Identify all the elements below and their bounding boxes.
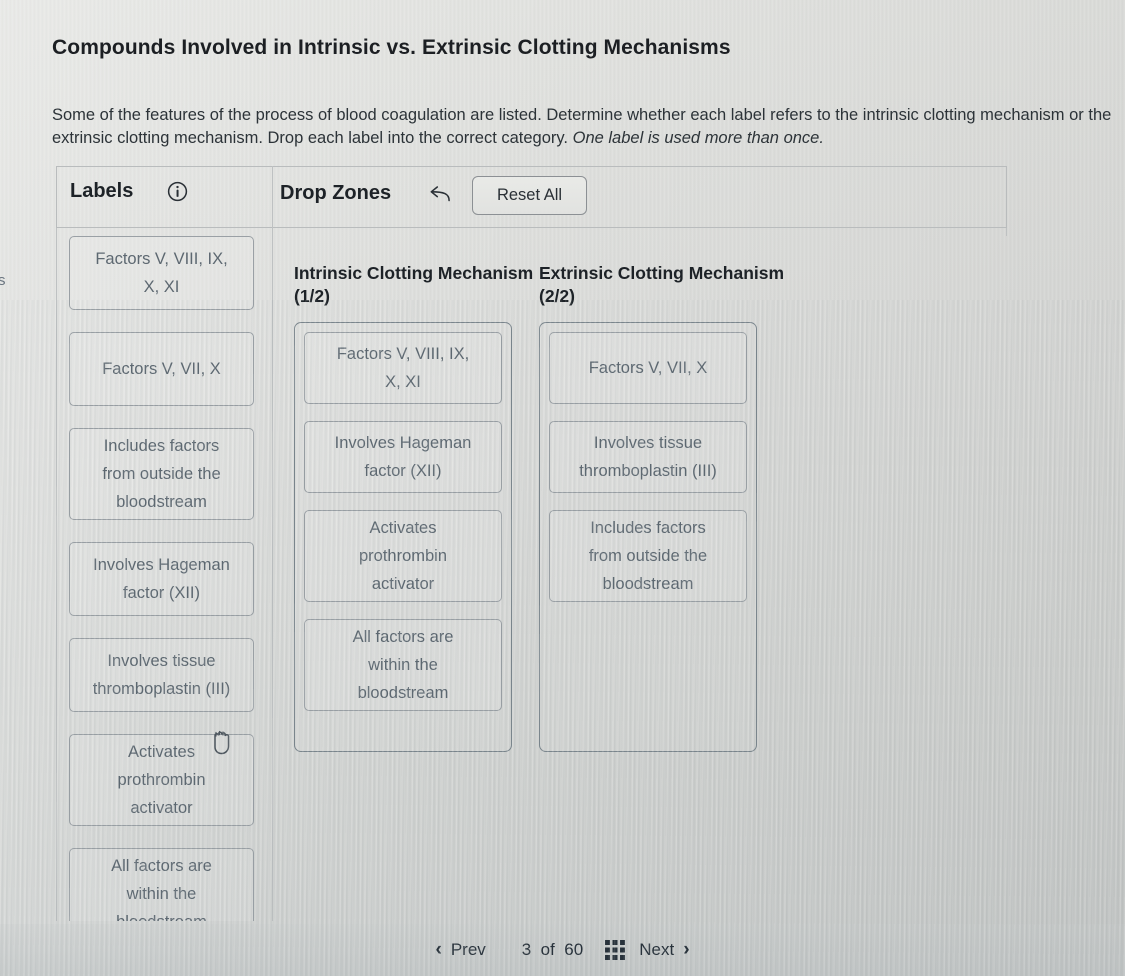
dropped-label-card[interactable]: Factors V, VIII, IX, X, XI (304, 332, 502, 404)
label-card-text: All factors arewithin thebloodstream (111, 857, 212, 921)
label-card-text: Activates prothrombin activator (358, 519, 448, 593)
info-circle-icon[interactable] (167, 181, 188, 202)
left-edge-text-fragment: s (0, 272, 6, 289)
next-button-label: Next (639, 940, 675, 959)
label-card[interactable]: Activates prothrombin activator (69, 734, 254, 826)
label-card-text: Factors V, VII, X (102, 360, 221, 378)
reset-all-button[interactable]: Reset All (472, 176, 587, 215)
label-card-text: Activates prothrombin activator (117, 743, 206, 817)
dropped-label-card[interactable]: Activates prothrombin activator (304, 510, 502, 602)
label-card-text: Includes factors from outside the bloodstr… (588, 519, 708, 593)
page-title: Compounds Involved in Intrinsic vs. Extr… (52, 36, 731, 59)
label-card-text: Involves Hageman factor (XII) (334, 434, 472, 480)
labels-heading: Labels (70, 180, 134, 202)
dropped-label-card[interactable]: Involves Hageman factor (XII) (304, 421, 502, 493)
drop-zone-extrinsic-box[interactable]: Factors V, VII, X Involves tissue thrombop… (539, 322, 757, 752)
label-card-text: All factors arewithin thebloodstream (352, 628, 454, 702)
screen-photo: s Compounds Involved in Intrinsic vs. Ex… (0, 0, 1125, 976)
drop-zone-intrinsic[interactable]: Intrinsic Clotting Mechanism (1/2) Facto… (294, 262, 533, 752)
page-counter: 3 of 60 (521, 940, 584, 959)
label-card[interactable]: Factors V, VIII, IX, X, XI (69, 236, 254, 310)
dropzones-heading: Drop Zones (280, 182, 392, 204)
label-card-text: Involves tissue thromboplastin (III) (92, 652, 231, 698)
label-card[interactable]: Involves tissue thromboplastin (III) (69, 638, 254, 712)
label-card-text: Includes factors from outside the bloodstr… (102, 437, 221, 511)
drop-zone-intrinsic-box[interactable]: Factors V, VIII, IX, X, XI Involves Hagema… (294, 322, 512, 752)
drop-zone-extrinsic[interactable]: Extrinsic Clotting Mechanism (2/2) Facto… (539, 262, 784, 752)
dropped-label-card[interactable]: All factors are within the bloodstream (304, 619, 502, 711)
prev-button[interactable]: ‹ Prev (421, 939, 499, 961)
label-card-text: Factors V, VII, X (588, 359, 708, 377)
instructions-text: Some of the features of the process of b… (52, 104, 1117, 150)
dropped-label-card[interactable]: Factors V, VII, X (549, 332, 747, 404)
label-card-text: Involves Hageman factor (XII) (93, 556, 230, 602)
panel-vertical-divider (272, 166, 273, 921)
labels-column-left-border (56, 228, 57, 921)
drop-zone-intrinsic-title: Intrinsic Clotting Mechanism (1/2) (294, 263, 534, 306)
labels-bank[interactable]: Factors V, VIII, IX, X, XI Factors V, VII,… (69, 236, 254, 921)
label-card[interactable]: All factors arewithin thebloodstream (69, 848, 254, 921)
bottom-navigation-bar: ‹ Prev 3 of 60 Next › (0, 924, 1125, 976)
next-button[interactable]: Next › (625, 939, 703, 961)
label-card-text: Factors V, VIII, IX, X, XI (336, 345, 470, 391)
instructions-emphasis: One label is used more than once. (572, 129, 824, 147)
chevron-left-icon: ‹ (435, 939, 442, 960)
label-card-text: Involves tissue thromboplastin (III) (579, 434, 717, 480)
chevron-right-icon: › (683, 939, 690, 960)
label-card[interactable]: Factors V, VII, X (69, 332, 254, 406)
panel-right-border (1006, 228, 1007, 236)
undo-arrow-icon[interactable] (429, 185, 451, 205)
label-card[interactable]: Includes factors from outside the bloodstr… (69, 428, 254, 520)
label-card-text: Factors V, VIII, IX, X, XI (95, 250, 228, 296)
dropped-label-card[interactable]: Involves tissue thromboplastin (III) (549, 421, 747, 493)
drop-zone-extrinsic-title: Extrinsic Clotting Mechanism (2/2) (539, 263, 785, 306)
prev-button-label: Prev (450, 940, 486, 959)
dropped-label-card[interactable]: Includes factors from outside the bloodstr… (549, 510, 747, 602)
grid-menu-icon[interactable] (605, 940, 626, 960)
label-card[interactable]: Involves Hageman factor (XII) (69, 542, 254, 616)
